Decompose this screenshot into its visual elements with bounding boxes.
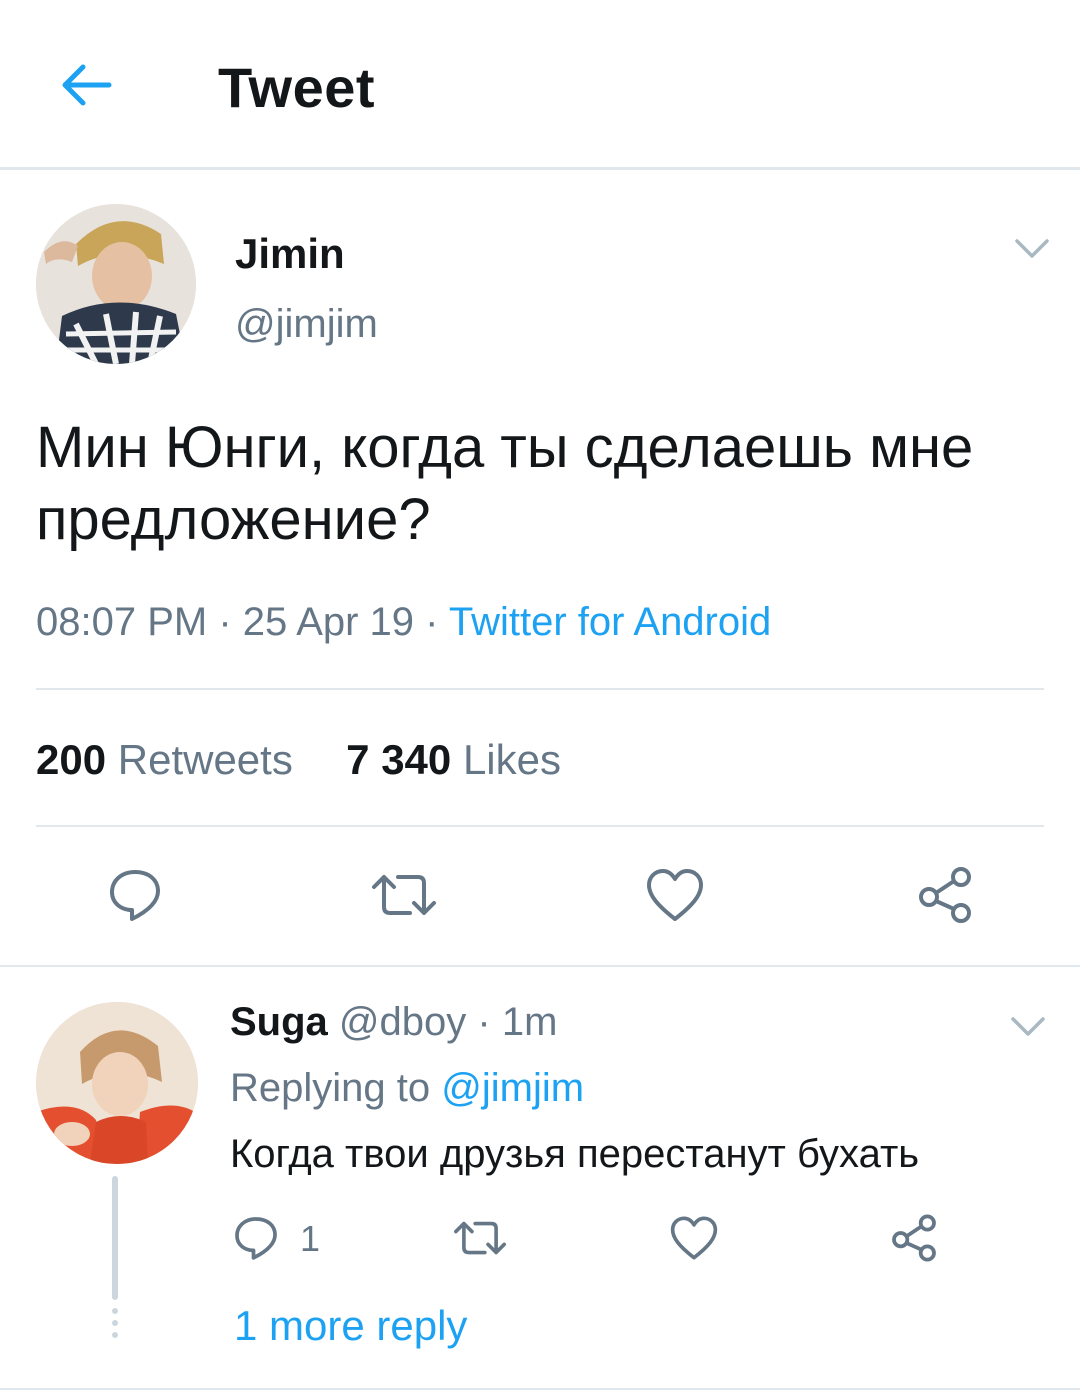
reply-reply-button[interactable] <box>226 1212 286 1264</box>
divider <box>36 688 1044 690</box>
thread-dot <box>112 1308 118 1314</box>
share-button[interactable] <box>912 862 978 928</box>
reply-time: 1m <box>501 1000 558 1044</box>
reply-icon <box>235 1217 277 1260</box>
avatar-photo <box>36 1002 198 1164</box>
reply-avatar[interactable] <box>36 1002 198 1164</box>
likes-label: Likes <box>462 736 562 783</box>
thread-line <box>112 1176 118 1300</box>
tweet-meta: 08:07 PM · 25 Apr 19 · Twitter for Andro… <box>36 600 771 645</box>
share-icon <box>919 867 971 923</box>
reply-count: 1 <box>300 1218 321 1259</box>
top-app-bar: Tweet <box>0 0 1080 170</box>
reply-like-button[interactable] <box>666 1212 722 1264</box>
heart-icon <box>670 1216 718 1260</box>
tweet-date: 25 Apr 19 <box>242 600 415 644</box>
replying-to: Replying to @jimjim <box>230 1066 584 1111</box>
tweet-time: 08:07 PM <box>36 600 208 644</box>
likes-count: 7 340 <box>346 736 452 783</box>
reply-share-button[interactable] <box>886 1210 942 1266</box>
tweet-source-link[interactable]: Twitter for Android <box>449 600 771 644</box>
share-icon <box>892 1214 936 1262</box>
retweets-count: 200 <box>36 736 107 783</box>
meta-separator: · <box>477 1000 491 1044</box>
divider <box>36 825 1044 827</box>
retweet-button[interactable] <box>366 862 442 928</box>
author-handle[interactable]: @jimjim <box>235 302 378 347</box>
retweet-icon <box>372 875 436 915</box>
section-divider <box>0 965 1080 967</box>
section-divider <box>0 1388 1080 1390</box>
replying-prefix: Replying to <box>230 1066 431 1110</box>
retweets-stat[interactable]: 200 Retweets <box>36 736 293 783</box>
retweets-label: Retweets <box>117 736 293 783</box>
avatar-photo <box>36 204 196 364</box>
more-replies-link[interactable]: 1 more reply <box>234 1302 467 1350</box>
reply-text: Когда твои друзья перестанут бухать <box>230 1132 920 1176</box>
page-title: Tweet <box>218 56 376 119</box>
meta-separator: · <box>425 600 439 644</box>
chevron-down-icon <box>1011 1017 1045 1036</box>
thread-dot <box>112 1320 118 1326</box>
author-name[interactable]: Jimin <box>235 230 345 278</box>
avatar[interactable] <box>36 204 196 364</box>
heart-icon <box>647 869 703 921</box>
reply-menu-button[interactable] <box>1008 1012 1048 1042</box>
tweet-text: Мин Юнги, когда ты сделаешь мне предложе… <box>36 415 974 552</box>
tweet-stats: 200 Retweets 7 340 Likes <box>36 736 561 784</box>
reply-header: Suga @dboy · 1m <box>230 1000 557 1045</box>
meta-separator: · <box>218 600 232 644</box>
like-button[interactable] <box>642 862 708 928</box>
arrow-left-icon <box>62 64 112 106</box>
back-button[interactable] <box>50 55 120 115</box>
retweet-icon <box>454 1221 506 1255</box>
thread-dot <box>112 1332 118 1338</box>
replying-to-mention[interactable]: @jimjim <box>441 1066 584 1110</box>
reply-author-handle[interactable]: @dboy <box>339 1000 466 1044</box>
likes-stat[interactable]: 7 340 Likes <box>346 736 561 783</box>
chevron-down-icon <box>1015 239 1049 258</box>
reply-button[interactable] <box>100 862 170 928</box>
tweet-menu-button[interactable] <box>1012 234 1052 264</box>
reply-author-name[interactable]: Suga <box>230 1000 328 1044</box>
reply-icon <box>110 870 160 921</box>
reply-retweet-button[interactable] <box>448 1212 512 1264</box>
